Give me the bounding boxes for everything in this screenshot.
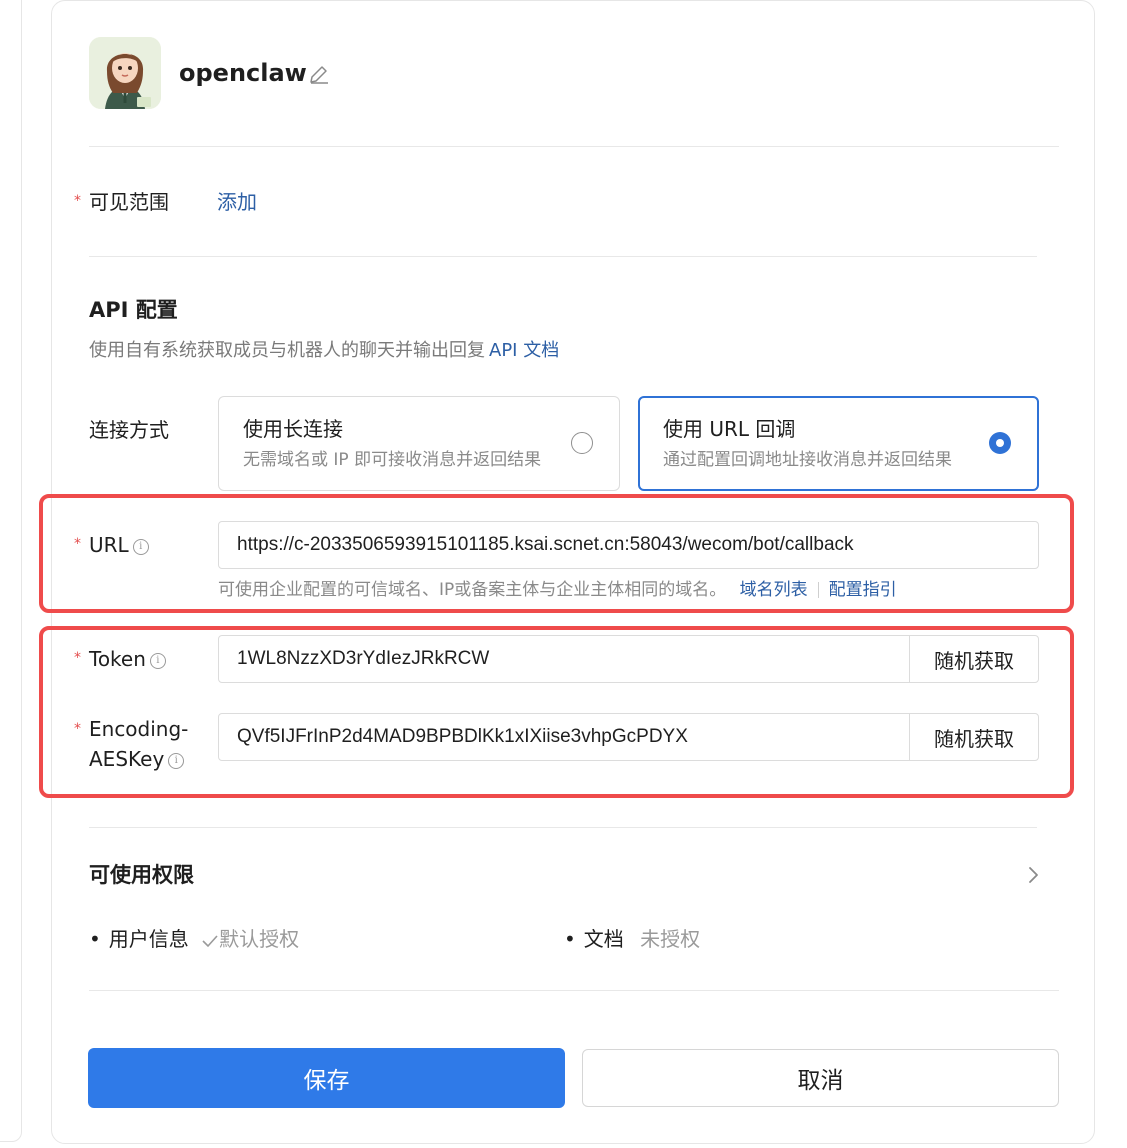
permission-name: 文档	[583, 927, 624, 951]
permissions-divider	[89, 990, 1059, 991]
aes-key-label-line2: AESKey	[89, 747, 165, 771]
header-divider	[89, 146, 1059, 147]
info-icon[interactable]: i	[149, 652, 166, 669]
chevron-right-icon[interactable]	[1024, 863, 1044, 887]
aes-key-label-line2-wrap: AESKey i	[89, 744, 188, 774]
aes-key-input[interactable]: QVf5IJFrInP2d4MAD9BPBDlKk1xIXiise3vhpGcP…	[219, 714, 909, 760]
permission-status-text: 未授权	[640, 927, 701, 951]
option-long-connection-title: 使用长连接	[243, 417, 343, 441]
option-url-callback-description: 通过配置回调地址接收消息并返回结果	[663, 450, 952, 470]
api-divider	[89, 827, 1037, 828]
api-description-text: 使用自有系统获取成员与机器人的聊天并输出回复	[89, 340, 485, 361]
permission-status-text: 默认授权	[219, 927, 300, 951]
url-label-text: URL	[89, 533, 129, 557]
check-icon	[202, 934, 218, 947]
permission-item: • 用户信息 默认授权	[89, 924, 299, 954]
option-long-connection-description: 无需域名或 IP 即可接收消息并返回结果	[243, 450, 542, 470]
api-config-title: API 配置	[89, 298, 178, 322]
aes-key-label-line1: Encoding-	[89, 717, 189, 741]
token-label: Token i	[89, 644, 166, 674]
left-panel-edge	[0, 0, 22, 1142]
domain-list-link[interactable]: 域名列表	[740, 580, 808, 600]
random-aes-key-button[interactable]: 随机获取	[909, 714, 1038, 760]
permission-name: 用户信息	[108, 927, 189, 951]
bot-name: openclaw	[179, 59, 307, 87]
bot-avatar	[89, 37, 161, 109]
token-input[interactable]: 1WL8NzzXD3rYdIezJRkRCW	[219, 636, 909, 682]
permission-status: 默认授权	[201, 927, 299, 951]
config-guide-link[interactable]: 配置指引	[829, 580, 897, 600]
bot-settings-card: openclaw * 可见范围 添加 API 配置 使用自有系统获取成员与机器人…	[39, 0, 1095, 1144]
avatar-girl-illustration-icon	[89, 37, 161, 109]
add-visibility-link[interactable]: 添加	[217, 187, 257, 217]
option-url-callback-title: 使用 URL 回调	[663, 417, 796, 441]
api-doc-link[interactable]: API 文档	[489, 340, 559, 361]
token-label-text: Token	[89, 647, 146, 671]
visibility-label: 可见范围	[89, 190, 169, 214]
required-mark: *	[74, 721, 81, 737]
link-separator	[817, 582, 819, 598]
aes-key-input-group: QVf5IJFrInP2d4MAD9BPBDlKk1xIXiise3vhpGcP…	[218, 713, 1039, 761]
required-mark: *	[74, 536, 81, 552]
required-mark: *	[74, 650, 81, 666]
permissions-title: 可使用权限	[89, 863, 194, 887]
save-button[interactable]: 保存	[88, 1048, 565, 1108]
required-mark: *	[74, 193, 81, 209]
info-icon[interactable]: i	[168, 752, 185, 769]
radio-long-connection[interactable]	[571, 432, 593, 454]
permission-item: • 文档 未授权	[564, 924, 700, 954]
url-hint: 可使用企业配置的可信域名、IP或备案主体与企业主体相同的域名。 域名列表 配置指引	[218, 577, 897, 603]
visibility-divider	[89, 256, 1037, 257]
aes-key-label: Encoding- AESKey i	[89, 714, 188, 774]
url-label: URL i	[89, 530, 149, 560]
bullet: •	[89, 927, 101, 951]
option-url-callback[interactable]: 使用 URL 回调 通过配置回调地址接收消息并返回结果	[638, 396, 1039, 491]
url-input[interactable]: https://c-2033506593915101185.ksai.scnet…	[218, 521, 1039, 569]
bullet: •	[564, 927, 576, 951]
info-icon[interactable]: i	[132, 538, 149, 555]
url-hint-text: 可使用企业配置的可信域名、IP或备案主体与企业主体相同的域名。	[218, 580, 727, 600]
edit-pencil-icon[interactable]	[307, 62, 331, 86]
api-config-description: 使用自有系统获取成员与机器人的聊天并输出回复 API 文档	[89, 337, 559, 365]
connection-method-label: 连接方式	[89, 418, 169, 442]
cancel-button[interactable]: 取消	[582, 1049, 1059, 1107]
option-long-connection[interactable]: 使用长连接 无需域名或 IP 即可接收消息并返回结果	[218, 396, 620, 491]
token-input-group: 1WL8NzzXD3rYdIezJRkRCW 随机获取	[218, 635, 1039, 683]
radio-url-callback[interactable]	[989, 432, 1011, 454]
random-token-button[interactable]: 随机获取	[909, 636, 1038, 682]
